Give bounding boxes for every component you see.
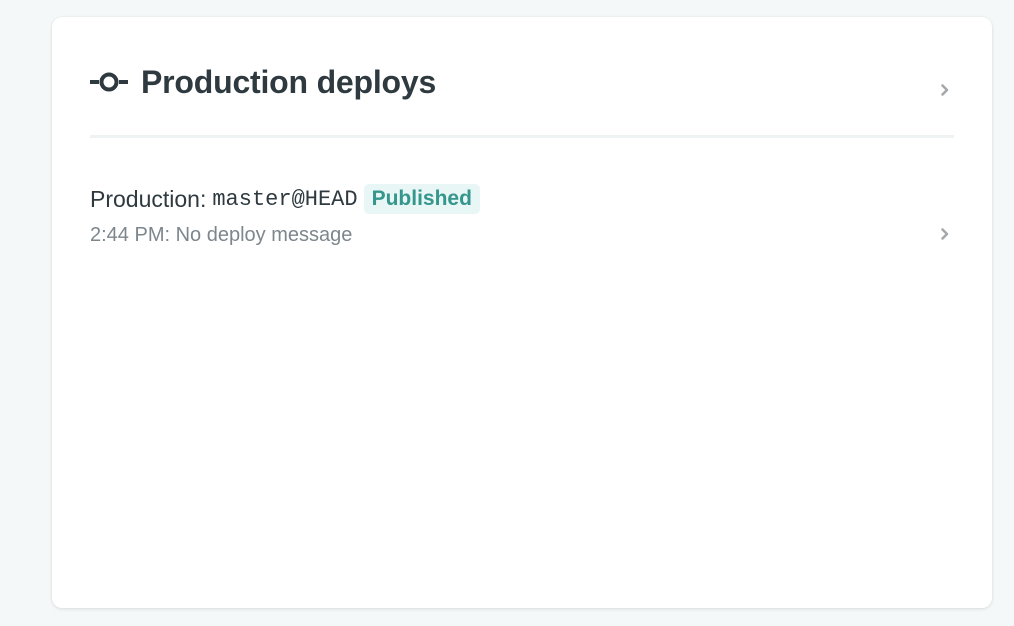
- production-deploys-card: Production deploys Production: master@HE…: [52, 17, 992, 608]
- deploy-time: 2:44 PM:: [90, 224, 171, 246]
- deploy-list-item[interactable]: Production: master@HEAD Published 2:44 P…: [90, 182, 954, 272]
- deploy-details: 2:44 PM: No deploy message: [90, 220, 954, 250]
- card-header[interactable]: Production deploys: [90, 61, 954, 138]
- deploy-context-label: Production:: [90, 185, 207, 212]
- commit-icon: [90, 72, 128, 92]
- deploy-branch-ref: master@HEAD: [212, 186, 358, 212]
- chevron-right-icon[interactable]: [940, 83, 950, 97]
- status-badge: Published: [363, 184, 480, 214]
- card-title: Production deploys: [141, 64, 437, 100]
- deploy-summary: Production: master@HEAD Published: [90, 182, 954, 216]
- chevron-right-icon[interactable]: [940, 227, 950, 241]
- deploy-message: No deploy message: [175, 224, 353, 246]
